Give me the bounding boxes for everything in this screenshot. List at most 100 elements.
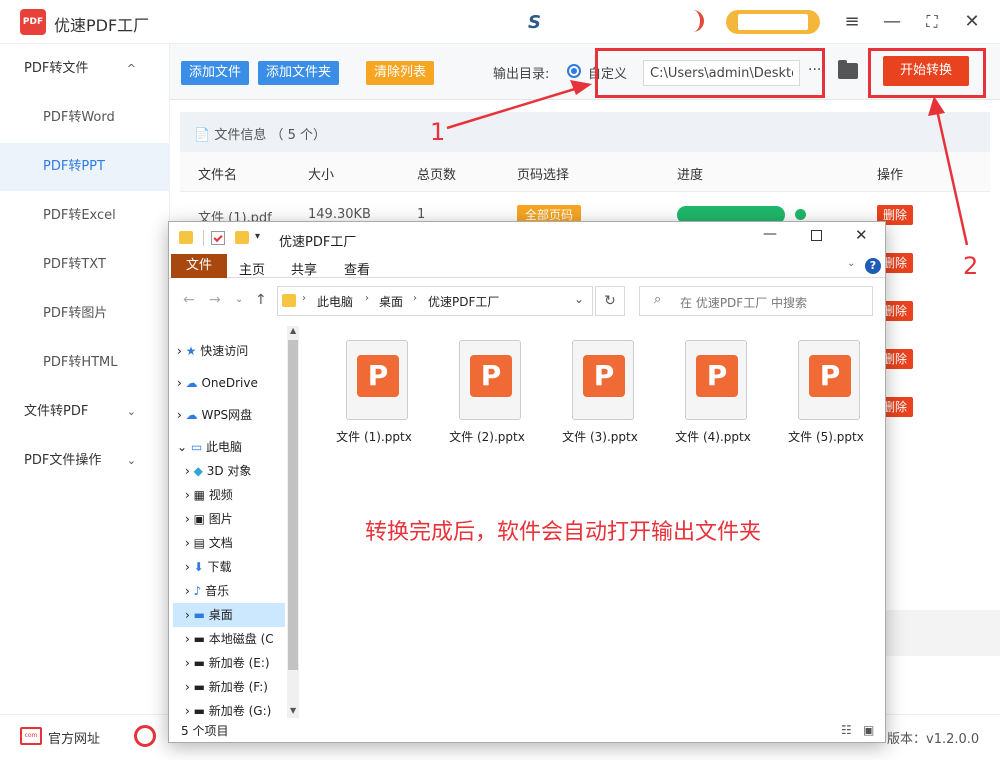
file-item[interactable]: P 文件 (1).pptx [324,330,424,450]
nav-item-label: 3D 对象 [206,464,252,478]
nav-item-drive-e[interactable]: › ▬ 新加卷 (E:) [185,651,285,675]
nav-item-label: 新加卷 (G:) [208,704,272,718]
nav-item-quick-access[interactable]: › ★ 快速访问 [177,339,248,363]
folder-icon [179,231,193,244]
arrow-2-head [928,96,945,116]
nav-item-label: OneDrive [201,376,258,390]
annotation-note: 转换完成后，软件会自动打开输出文件夹 [365,520,762,545]
cube-icon: ◆ [193,464,203,478]
nav-item-videos[interactable]: › ▦ 视频 [185,483,233,507]
breadcrumb-this-pc[interactable]: 此电脑 [317,293,353,310]
nav-item-label: 文档 [208,536,233,550]
pptx-file-icon: P [572,340,634,420]
nav-item-wps[interactable]: › ☁ WPS网盘 [177,403,252,427]
file-name: 文件 (2).pptx [449,430,525,444]
nav-item-this-pc[interactable]: ⌄ ▭ 此电脑 [177,435,242,459]
divider [203,230,204,246]
nav-item-label: 本地磁盘 (C [208,632,274,646]
scroll-up-icon[interactable]: ▲ [290,326,296,335]
drive-icon: ▬ [193,704,205,718]
properties-icon[interactable] [211,231,225,245]
version-label: 版本：v1.2.0.0 [887,732,980,747]
chevron-right-icon: › [302,293,306,304]
new-folder-icon[interactable] [235,231,249,244]
forward-arrow-icon[interactable]: → [209,292,221,308]
breadcrumb-desktop[interactable]: 桌面 [379,293,403,310]
nav-item-label: 新加卷 (F:) [208,680,268,694]
search-placeholder: 在 优速PDF工厂 中搜索 [680,296,808,310]
refresh-button[interactable]: ↻ [595,286,625,316]
ribbon-tab-share[interactable]: 共享 [291,259,317,278]
annotation-number-2: 2 [963,252,979,280]
back-arrow-icon[interactable]: ← [183,292,195,308]
pptx-file-icon: P [685,340,747,420]
file-item[interactable]: P 文件 (5).pptx [776,330,876,450]
file-item[interactable]: P 文件 (4).pptx [663,330,763,450]
ppt-badge-icon: P [583,355,625,397]
nav-item-music[interactable]: › ♪ 音乐 [185,579,229,603]
nav-item-label: 新加卷 (E:) [208,656,270,670]
pptx-file-icon: P [459,340,521,420]
website-icon: com [20,727,42,745]
qq-icon[interactable] [134,725,156,747]
large-icons-view-icon[interactable]: ▣ [863,723,874,737]
ribbon-tab-file[interactable]: 文件 [171,254,227,278]
download-icon: ⬇ [193,560,204,574]
address-bar[interactable]: › 此电脑 › 桌面 › 优速PDF工厂 ⌄ [277,286,593,316]
file-item[interactable]: P 文件 (2).pptx [437,330,537,450]
nav-item-onedrive[interactable]: › ☁ OneDrive [177,371,258,395]
quick-access-dropdown-icon[interactable]: ▾ [255,231,260,242]
nav-item-label: 音乐 [205,584,230,598]
pptx-file-icon: P [346,340,408,420]
details-view-icon[interactable]: ☷ [841,723,852,737]
file-name: 文件 (3).pptx [562,430,638,444]
desktop-icon: ▬ [193,608,205,622]
chevron-right-icon: › [413,293,417,304]
nav-scrollbar-thumb[interactable] [288,340,298,670]
arrow-1-line [446,86,579,130]
ribbon [169,254,885,278]
ribbon-expand-icon[interactable]: ⌄ [847,258,855,269]
file-name: 文件 (4).pptx [675,430,751,444]
up-arrow-icon[interactable]: ↑ [255,292,267,308]
explorer-minimize-button[interactable]: — [763,226,777,242]
music-icon: ♪ [193,584,202,598]
nav-item-local-disk[interactable]: › ▬ 本地磁盘 (C [185,627,285,651]
ribbon-tab-home[interactable]: 主页 [239,259,265,278]
explorer-window: ▾ 优速PDF工厂 — ✕ 文件 主页 共享 查看 ⌄ ? ← → ⌄ ↑ › … [168,221,886,743]
search-input[interactable]: ⌕ 在 优速PDF工厂 中搜索 [639,286,873,316]
scroll-down-icon[interactable]: ▼ [290,706,296,715]
document-icon: ▤ [193,536,205,550]
ppt-badge-icon: P [696,355,738,397]
picture-icon: ▣ [193,512,205,526]
star-icon: ★ [185,344,197,358]
chevron-right-icon: › [365,293,369,304]
nav-item-pictures[interactable]: › ▣ 图片 [185,507,233,531]
address-folder-icon [282,294,296,307]
breadcrumb-folder[interactable]: 优速PDF工厂 [428,293,499,310]
film-icon: ▦ [193,488,205,502]
nav-item-3d[interactable]: › ◆ 3D 对象 [185,459,251,483]
drive-icon: ▬ [193,632,205,646]
nav-item-label: 此电脑 [206,440,243,454]
arrow-1-head [570,80,592,95]
address-dropdown-icon[interactable]: ⌄ [574,292,584,306]
arrow-2-line [935,109,969,246]
nav-item-downloads[interactable]: › ⬇ 下载 [185,555,232,579]
explorer-close-button[interactable]: ✕ [855,226,868,244]
nav-item-drive-f[interactable]: › ▬ 新加卷 (F:) [185,675,285,699]
nav-item-desktop[interactable]: › ▬ 桌面 [173,603,285,627]
drive-icon: ▬ [193,656,205,670]
explorer-title: 优速PDF工厂 [279,235,357,250]
website-link[interactable]: 官方网址 [48,728,100,747]
nav-item-documents[interactable]: › ▤ 文档 [185,531,233,555]
file-item[interactable]: P 文件 (3).pptx [550,330,650,450]
drive-icon: ▬ [193,680,205,694]
recent-dropdown-icon[interactable]: ⌄ [235,294,243,305]
help-icon[interactable]: ? [865,258,881,274]
ppt-badge-icon: P [809,355,851,397]
nav-item-drive-g[interactable]: › ▬ 新加卷 (G:) [185,699,285,723]
explorer-maximize-button[interactable] [811,230,822,241]
file-name: 文件 (5).pptx [788,430,864,444]
ribbon-tab-view[interactable]: 查看 [344,259,370,278]
